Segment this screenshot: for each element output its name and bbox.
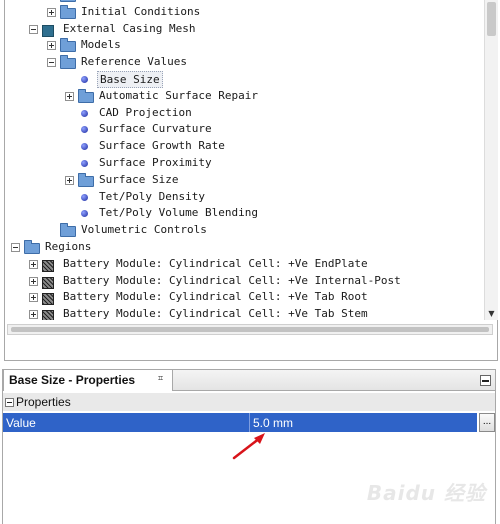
- folder-icon: [60, 223, 76, 238]
- tree-row[interactable]: Automatic Surface Repair: [5, 88, 483, 105]
- properties-panel-header: Base Size - Properties ⌗: [2, 369, 496, 391]
- properties-group-row[interactable]: Properties: [3, 393, 495, 411]
- tree-row[interactable]: Surface Growth Rate: [5, 138, 483, 155]
- tree-item-label[interactable]: Battery Module: Cylindrical Cell: +Ve Ta…: [61, 289, 370, 306]
- folder-icon: [60, 0, 76, 2]
- region-icon: [42, 293, 54, 306]
- tree-row[interactable]: External Casing Mesh: [5, 21, 483, 38]
- scroll-down-arrow-icon[interactable]: ▼: [485, 308, 498, 320]
- dot-icon: [81, 109, 88, 117]
- tree-item-label[interactable]: Reference Values: [79, 54, 189, 71]
- annotation-arrow-icon: [232, 433, 265, 460]
- tree-row[interactable]: Tet/Poly Density: [5, 189, 483, 206]
- expand-icon[interactable]: [29, 259, 38, 269]
- tree-rows: Reference Values Initial ConditionsExtern…: [5, 0, 483, 320]
- simulation-tree-panel: Reference Values Initial ConditionsExtern…: [4, 0, 498, 361]
- folder-icon: [78, 172, 94, 187]
- collapse-icon[interactable]: [5, 398, 14, 407]
- tree-row[interactable]: Volumetric Controls: [5, 222, 483, 239]
- tree-row[interactable]: CAD Projection: [5, 105, 483, 122]
- tree-item-label[interactable]: Models: [79, 37, 123, 54]
- tree-item-label[interactable]: Battery Module: Cylindrical Cell: +Ve Ta…: [61, 306, 370, 320]
- expand-icon[interactable]: [65, 91, 74, 101]
- tree-item-label[interactable]: CAD Projection: [97, 105, 194, 122]
- minimize-panel-button[interactable]: [480, 375, 491, 386]
- folder-icon: [60, 4, 76, 19]
- property-name: Value: [6, 416, 36, 430]
- tree-row[interactable]: Surface Curvature: [5, 121, 483, 138]
- tree-item-label[interactable]: Surface Curvature: [97, 121, 214, 138]
- tree-row[interactable]: Initial Conditions: [5, 4, 483, 21]
- folder-icon: [78, 88, 94, 103]
- tree-item-label[interactable]: Automatic Surface Repair: [97, 88, 260, 105]
- tree-item-label[interactable]: Surface Size: [97, 172, 180, 189]
- tree-row[interactable]: Models: [5, 37, 483, 54]
- tree-vertical-scroll-thumb[interactable]: [487, 2, 496, 36]
- tree-item-label[interactable]: Initial Conditions: [79, 4, 202, 21]
- dot-icon: [81, 193, 88, 201]
- tree-row[interactable]: Reference Values: [5, 54, 483, 71]
- watermark-logo: Baidu 经验: [366, 481, 486, 505]
- simulation-tree: Reference Values Initial ConditionsExtern…: [5, 0, 483, 320]
- tree-row[interactable]: Base Size: [5, 70, 483, 88]
- dot-icon: [81, 143, 88, 151]
- tree-vertical-scrollbar[interactable]: ▼: [484, 0, 498, 320]
- expand-icon[interactable]: [29, 276, 38, 286]
- tree-item-label[interactable]: Volumetric Controls: [79, 222, 209, 239]
- tree-item-label[interactable]: Battery Module: Cylindrical Cell: +Ve In…: [61, 273, 403, 290]
- property-editor-ellipsis-button[interactable]: ...: [479, 413, 495, 432]
- dot-icon: [81, 159, 88, 167]
- dot-icon: [81, 126, 88, 134]
- region-icon: [42, 259, 54, 272]
- expand-icon[interactable]: [65, 175, 74, 185]
- tree-item-label[interactable]: Tet/Poly Density: [97, 189, 207, 206]
- tree-item-label[interactable]: Battery Module: Cylindrical Cell: +Ve En…: [61, 256, 370, 273]
- tree-horizontal-scrollbar[interactable]: [7, 324, 493, 335]
- region-icon: [42, 276, 54, 289]
- dot-icon: [81, 210, 88, 218]
- mesh-icon: [42, 24, 54, 37]
- collapse-icon[interactable]: [11, 242, 20, 252]
- tree-horizontal-scroll-thumb[interactable]: [11, 327, 489, 332]
- folder-icon: [60, 38, 76, 53]
- collapse-icon[interactable]: [29, 24, 38, 34]
- tree-row[interactable]: Battery Module: Cylindrical Cell: +Ve In…: [5, 273, 483, 290]
- properties-tab[interactable]: Base Size - Properties ⌗: [3, 369, 173, 391]
- properties-group-label: Properties: [16, 395, 71, 409]
- tab-close-icon[interactable]: ⌗: [158, 374, 163, 384]
- expand-icon[interactable]: [47, 7, 56, 17]
- expand-icon[interactable]: [29, 310, 38, 320]
- tree-item-label[interactable]: Base Size: [97, 70, 163, 88]
- tree-row[interactable]: Tet/Poly Volume Blending: [5, 205, 483, 222]
- tree-row[interactable]: Surface Size: [5, 172, 483, 189]
- property-value-field[interactable]: 5.0 mm: [253, 416, 293, 430]
- dot-icon: [81, 75, 88, 83]
- collapse-icon[interactable]: [47, 58, 56, 68]
- tree-item-label[interactable]: Tet/Poly Volume Blending: [97, 205, 260, 222]
- tree-row[interactable]: Battery Module: Cylindrical Cell: +Ve Ta…: [5, 289, 483, 306]
- tree-item-label[interactable]: Surface Growth Rate: [97, 138, 227, 155]
- tree-row[interactable]: Battery Module: Cylindrical Cell: +Ve En…: [5, 256, 483, 273]
- tree-row[interactable]: Regions: [5, 239, 483, 256]
- properties-tab-title: Base Size - Properties: [9, 373, 136, 387]
- tree-item-label[interactable]: Regions: [43, 239, 93, 256]
- folder-icon: [60, 55, 76, 70]
- expand-icon[interactable]: [29, 293, 38, 303]
- region-icon: [42, 310, 54, 320]
- tree-row[interactable]: Surface Proximity: [5, 155, 483, 172]
- tree-row[interactable]: Battery Module: Cylindrical Cell: +Ve Ta…: [5, 306, 483, 320]
- tree-item-label[interactable]: External Casing Mesh: [61, 21, 197, 38]
- expand-icon[interactable]: [47, 41, 56, 51]
- tree-item-label[interactable]: Surface Proximity: [97, 155, 214, 172]
- folder-icon: [24, 239, 40, 254]
